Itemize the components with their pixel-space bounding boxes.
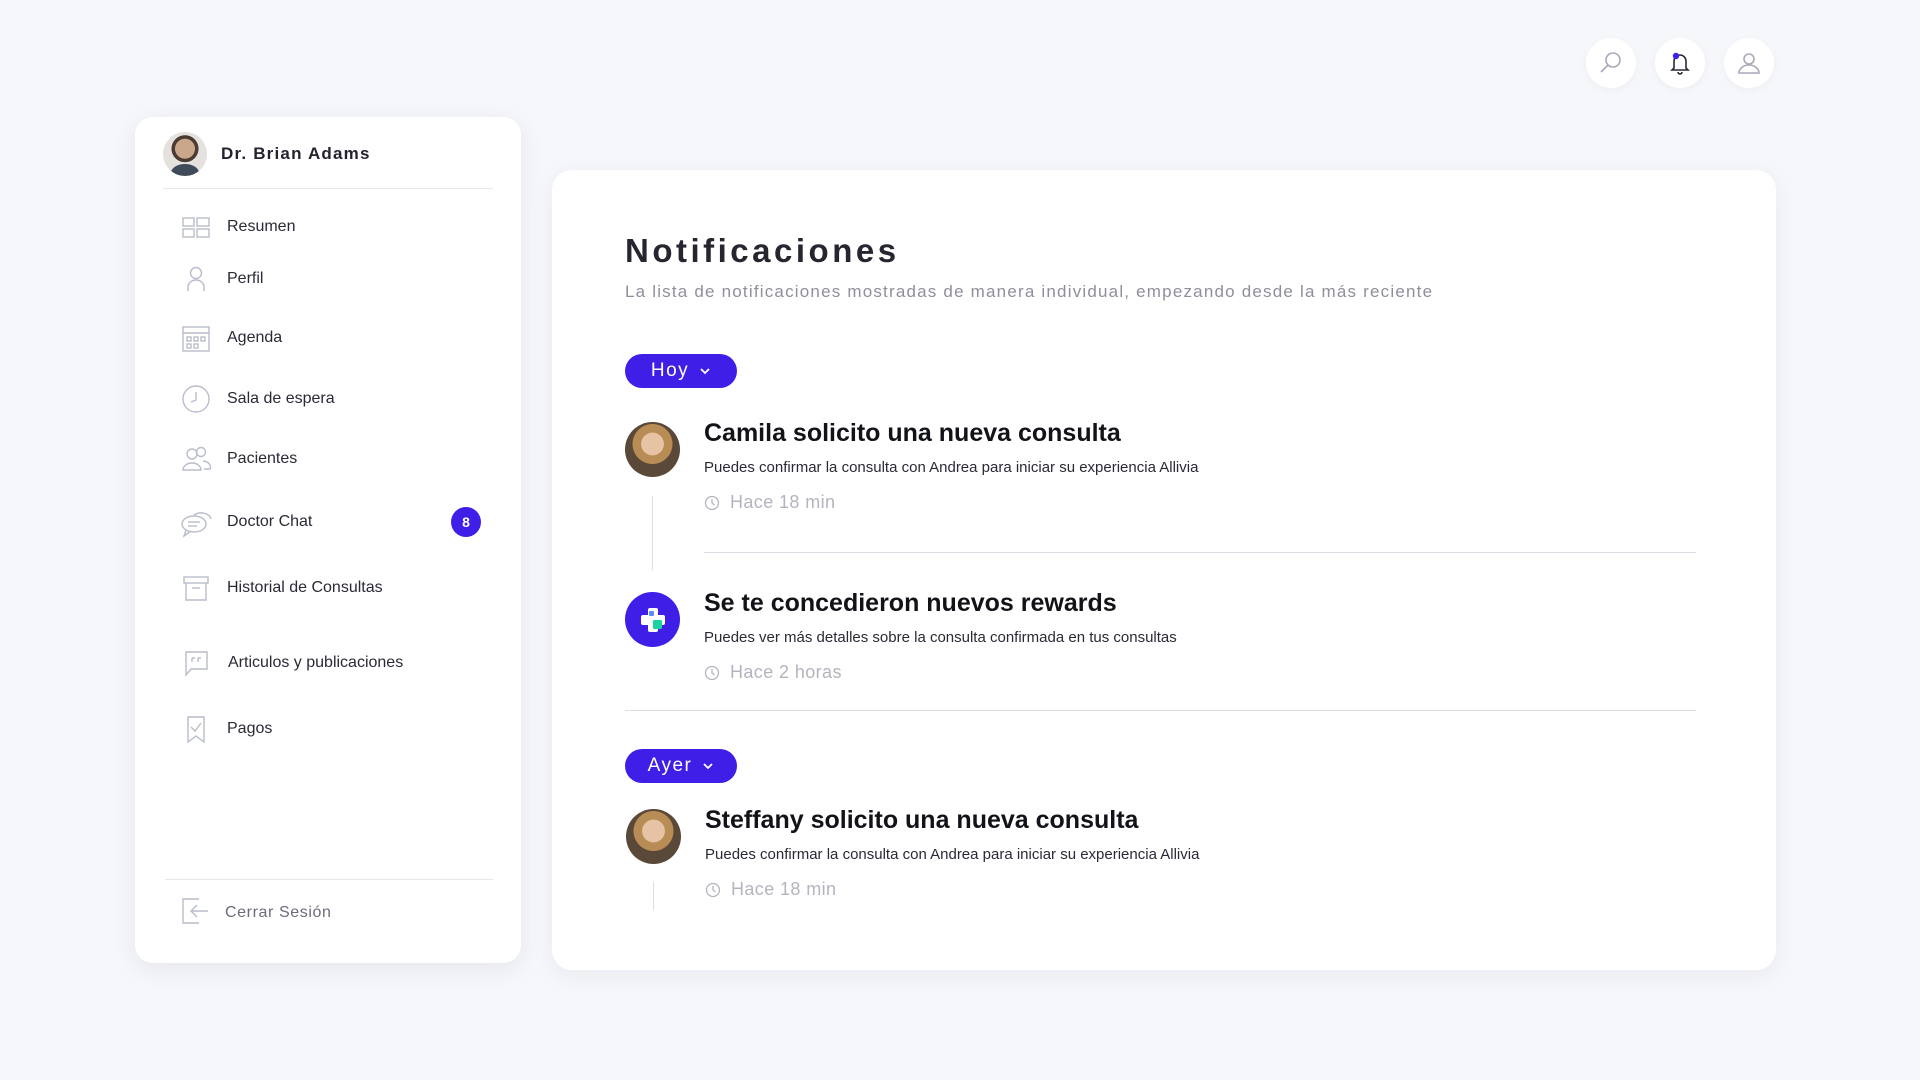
divider (165, 879, 493, 880)
search-icon (1600, 52, 1621, 73)
group-label: Hoy (650, 360, 690, 381)
avatar (163, 131, 207, 176)
receipt-icon (179, 712, 213, 746)
group-toggle-hoy[interactable]: Hoy (625, 354, 737, 388)
search-button[interactable] (1586, 38, 1636, 88)
chat-icon (179, 505, 213, 539)
sidebar-item-doctor-chat[interactable]: Doctor Chat 8 (179, 502, 491, 542)
sidebar-item-label: Pacientes (227, 450, 298, 467)
sidebar-item-label: Agenda (227, 329, 283, 346)
sidebar-item-sala-de-espera[interactable]: Sala de espera (179, 379, 491, 419)
sidebar-item-label: Resumen (227, 218, 296, 235)
logout-icon (179, 895, 211, 932)
time-text: Hace 18 min (730, 492, 836, 512)
group-label: Ayer (647, 755, 693, 776)
quote-icon (179, 646, 213, 680)
notification-description: Puedes confirmar la consulta con Andrea … (704, 459, 1199, 476)
divider (704, 552, 1696, 553)
avatar (626, 809, 681, 864)
sidebar-item-pagos[interactable]: Pagos (179, 709, 491, 749)
reward-icon (625, 592, 680, 647)
bell-icon (1670, 52, 1690, 75)
notification-title: Se te concedieron nuevos rewards (704, 589, 1117, 617)
calendar-icon (179, 321, 213, 355)
notification-title: Steffany solicito una nueva consulta (705, 806, 1139, 834)
divider (625, 710, 1696, 711)
chevron-down-icon (700, 368, 710, 375)
timeline-connector (652, 496, 653, 570)
sidebar-item-articulos[interactable]: Articulos y publicaciones (179, 643, 491, 683)
logout-button[interactable]: Cerrar Sesión (179, 893, 332, 933)
clock-icon (704, 495, 720, 510)
sidebar-item-label: Articulos y publicaciones (228, 654, 404, 671)
notification-description: Puedes confirmar la consulta con Andrea … (705, 846, 1200, 863)
notification-title: Camila solicito una nueva consulta (704, 419, 1121, 447)
timeline-connector (653, 882, 654, 910)
page-title: Notificaciones (625, 232, 900, 269)
notifications-button[interactable] (1655, 38, 1705, 88)
sidebar-item-agenda[interactable]: Agenda (179, 318, 491, 358)
time-text: Hace 18 min (731, 879, 837, 899)
doctor-name: Dr. Brian Adams (221, 143, 371, 163)
chevron-down-icon (703, 763, 713, 770)
time-text: Hace 2 horas (730, 662, 842, 682)
unread-badge: 8 (451, 507, 481, 537)
clock-icon (705, 882, 721, 897)
profile-button[interactable] (1724, 38, 1774, 88)
page-subtitle: La lista de notificaciones mostradas de … (625, 282, 1434, 301)
sidebar-item-label: Perfil (227, 270, 264, 287)
notification-time: Hace 18 min (705, 879, 836, 900)
notification-description: Puedes ver más detalles sobre la consult… (704, 629, 1177, 646)
sidebar-item-label: Historial de Consultas (227, 579, 383, 596)
sidebar-item-historial[interactable]: Historial de Consultas (179, 568, 491, 608)
clock-icon (179, 382, 213, 416)
sidebar-item-perfil[interactable]: Perfil (179, 259, 491, 299)
sidebar-item-pacientes[interactable]: Pacientes (179, 439, 491, 479)
doctor-profile[interactable]: Dr. Brian Adams (163, 131, 493, 189)
sidebar-item-resumen[interactable]: Resumen (179, 207, 491, 247)
sidebar: Dr. Brian Adams Resumen Perfil Agenda Sa… (135, 117, 521, 963)
group-toggle-ayer[interactable]: Ayer (625, 749, 737, 783)
sidebar-item-label: Doctor Chat (227, 513, 313, 530)
avatar (625, 422, 680, 477)
dashboard-icon (179, 210, 213, 244)
top-toolbar (1586, 38, 1774, 88)
notification-time: Hace 2 horas (704, 662, 842, 683)
user-icon (1738, 53, 1760, 74)
archive-icon (179, 571, 213, 605)
sidebar-item-label: Sala de espera (227, 390, 335, 407)
logout-label: Cerrar Sesión (225, 904, 332, 921)
sidebar-item-label: Pagos (227, 720, 273, 737)
notification-time: Hace 18 min (704, 492, 835, 513)
notifications-panel: Notificaciones La lista de notificacione… (552, 170, 1776, 970)
users-icon (179, 442, 213, 476)
person-icon (179, 262, 213, 296)
clock-icon (704, 665, 720, 680)
